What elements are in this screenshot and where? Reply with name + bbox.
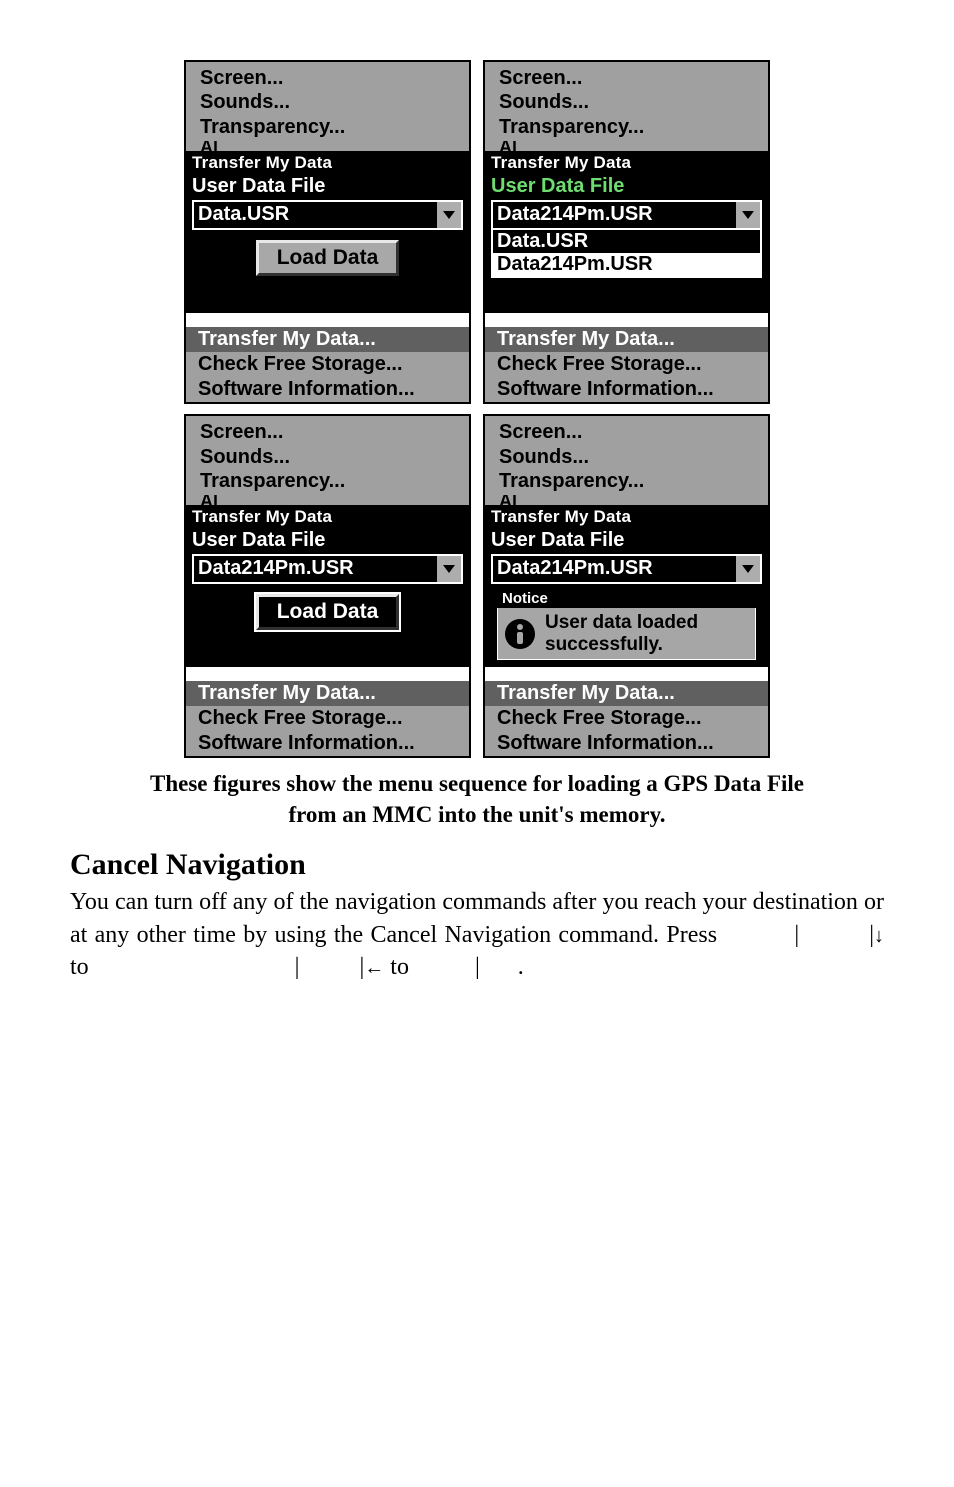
- left-arrow-icon: ←: [364, 955, 384, 982]
- menu-item-cut: Al: [499, 141, 758, 151]
- menu-item-cut: Al: [200, 141, 459, 151]
- panel-body: User Data File Data214Pm.USR Load Data: [186, 529, 469, 667]
- screenshot-1: Screen... Sounds... Transparency... Al T…: [184, 60, 471, 404]
- menu-item[interactable]: Check Free Storage...: [186, 352, 469, 377]
- dropdown-option[interactable]: Data.USR: [493, 230, 760, 253]
- user-data-file-label: User Data File: [192, 175, 463, 200]
- menu-item[interactable]: Screen...: [499, 66, 758, 90]
- menu-item[interactable]: Screen...: [200, 66, 459, 90]
- figure-caption: These figures show the menu sequence for…: [70, 768, 884, 830]
- menu-item[interactable]: Screen...: [200, 420, 459, 444]
- panel-body: User Data File Data.USR Load Data: [186, 175, 469, 313]
- menu-item[interactable]: Software Information...: [485, 731, 768, 756]
- panel-title: Transfer My Data: [186, 151, 469, 175]
- user-data-file-label: User Data File: [192, 529, 463, 554]
- menu-item-selected[interactable]: Transfer My Data...: [485, 681, 768, 706]
- menu-item[interactable]: Check Free Storage...: [485, 352, 768, 377]
- chevron-down-icon[interactable]: [435, 556, 461, 582]
- bottom-menu: Transfer My Data... Check Free Storage..…: [485, 681, 768, 756]
- menu-item[interactable]: Sounds...: [499, 90, 758, 114]
- dropdown-option-selected[interactable]: Data214Pm.USR: [493, 253, 760, 276]
- dropdown-list[interactable]: Data.USR Data214Pm.USR: [491, 228, 762, 278]
- menu-item[interactable]: Transparency...: [200, 115, 459, 139]
- user-data-file-dropdown[interactable]: Data214Pm.USR: [491, 200, 762, 230]
- panel-title: Transfer My Data: [186, 505, 469, 529]
- body-paragraph: You can turn off any of the navigation c…: [70, 886, 884, 983]
- menu-item[interactable]: Sounds...: [499, 445, 758, 469]
- menu-item[interactable]: Transparency...: [499, 469, 758, 493]
- chevron-down-icon[interactable]: [734, 202, 760, 228]
- menu-item[interactable]: Check Free Storage...: [186, 706, 469, 731]
- user-data-file-dropdown[interactable]: Data.USR: [192, 200, 463, 230]
- menu-item-cut: Al: [200, 495, 459, 505]
- menu-item[interactable]: Software Information...: [186, 731, 469, 756]
- screenshot-2: Screen... Sounds... Transparency... Al T…: [483, 60, 770, 404]
- bottom-menu: Transfer My Data... Check Free Storage..…: [186, 327, 469, 402]
- menu-item-selected[interactable]: Transfer My Data...: [186, 681, 469, 706]
- menu-item[interactable]: Software Information...: [186, 377, 469, 402]
- load-data-button[interactable]: Load Data: [256, 240, 400, 276]
- bg-menu: Screen... Sounds... Transparency... Al: [485, 416, 768, 505]
- dropdown-value: Data214Pm.USR: [194, 556, 435, 582]
- menu-item-cut: Al: [499, 495, 758, 505]
- info-icon: [503, 617, 537, 651]
- notice-text: User data loadedsuccessfully.: [545, 612, 698, 656]
- chevron-down-icon[interactable]: [435, 202, 461, 228]
- notice-body: User data loadedsuccessfully.: [497, 608, 756, 660]
- panel-title: Transfer My Data: [485, 505, 768, 529]
- menu-item[interactable]: Sounds...: [200, 90, 459, 114]
- panel-title: Transfer My Data: [485, 151, 768, 175]
- screenshot-4: Screen... Sounds... Transparency... Al T…: [483, 414, 770, 758]
- menu-item-selected[interactable]: Transfer My Data...: [186, 327, 469, 352]
- bg-menu: Screen... Sounds... Transparency... Al: [485, 62, 768, 151]
- figure-row-1: Screen... Sounds... Transparency... Al T…: [70, 60, 884, 404]
- screenshot-3: Screen... Sounds... Transparency... Al T…: [184, 414, 471, 758]
- bottom-menu: Transfer My Data... Check Free Storage..…: [186, 681, 469, 756]
- bottom-menu: Transfer My Data... Check Free Storage..…: [485, 327, 768, 402]
- notice-title: Notice: [497, 589, 756, 608]
- menu-item[interactable]: Screen...: [499, 420, 758, 444]
- figure-row-2: Screen... Sounds... Transparency... Al T…: [70, 414, 884, 758]
- user-data-file-dropdown[interactable]: Data214Pm.USR: [192, 554, 463, 584]
- section-heading: Cancel Navigation: [70, 848, 884, 882]
- panel-body: User Data File Data214Pm.USR Data.USR Da…: [485, 175, 768, 313]
- bg-menu: Screen... Sounds... Transparency... Al: [186, 416, 469, 505]
- notice-dialog: Notice User data loadedsuccessfully.: [495, 587, 758, 662]
- bg-menu: Screen... Sounds... Transparency... Al: [186, 62, 469, 151]
- menu-item[interactable]: Software Information...: [485, 377, 768, 402]
- panel-body: User Data File Data214Pm.USR Notice Use: [485, 529, 768, 667]
- dropdown-value: Data214Pm.USR: [493, 556, 734, 582]
- user-data-file-dropdown[interactable]: Data214Pm.USR: [491, 554, 762, 584]
- down-arrow-icon: ↓: [874, 923, 884, 950]
- dropdown-value: Data.USR: [194, 202, 435, 228]
- user-data-file-label: User Data File: [491, 175, 762, 200]
- menu-item[interactable]: Transparency...: [499, 115, 758, 139]
- dropdown-value: Data214Pm.USR: [493, 202, 734, 228]
- menu-item-selected[interactable]: Transfer My Data...: [485, 327, 768, 352]
- menu-item[interactable]: Transparency...: [200, 469, 459, 493]
- load-data-button[interactable]: Load Data: [256, 594, 400, 630]
- menu-item[interactable]: Check Free Storage...: [485, 706, 768, 731]
- user-data-file-label: User Data File: [491, 529, 762, 554]
- chevron-down-icon[interactable]: [734, 556, 760, 582]
- menu-item[interactable]: Sounds...: [200, 445, 459, 469]
